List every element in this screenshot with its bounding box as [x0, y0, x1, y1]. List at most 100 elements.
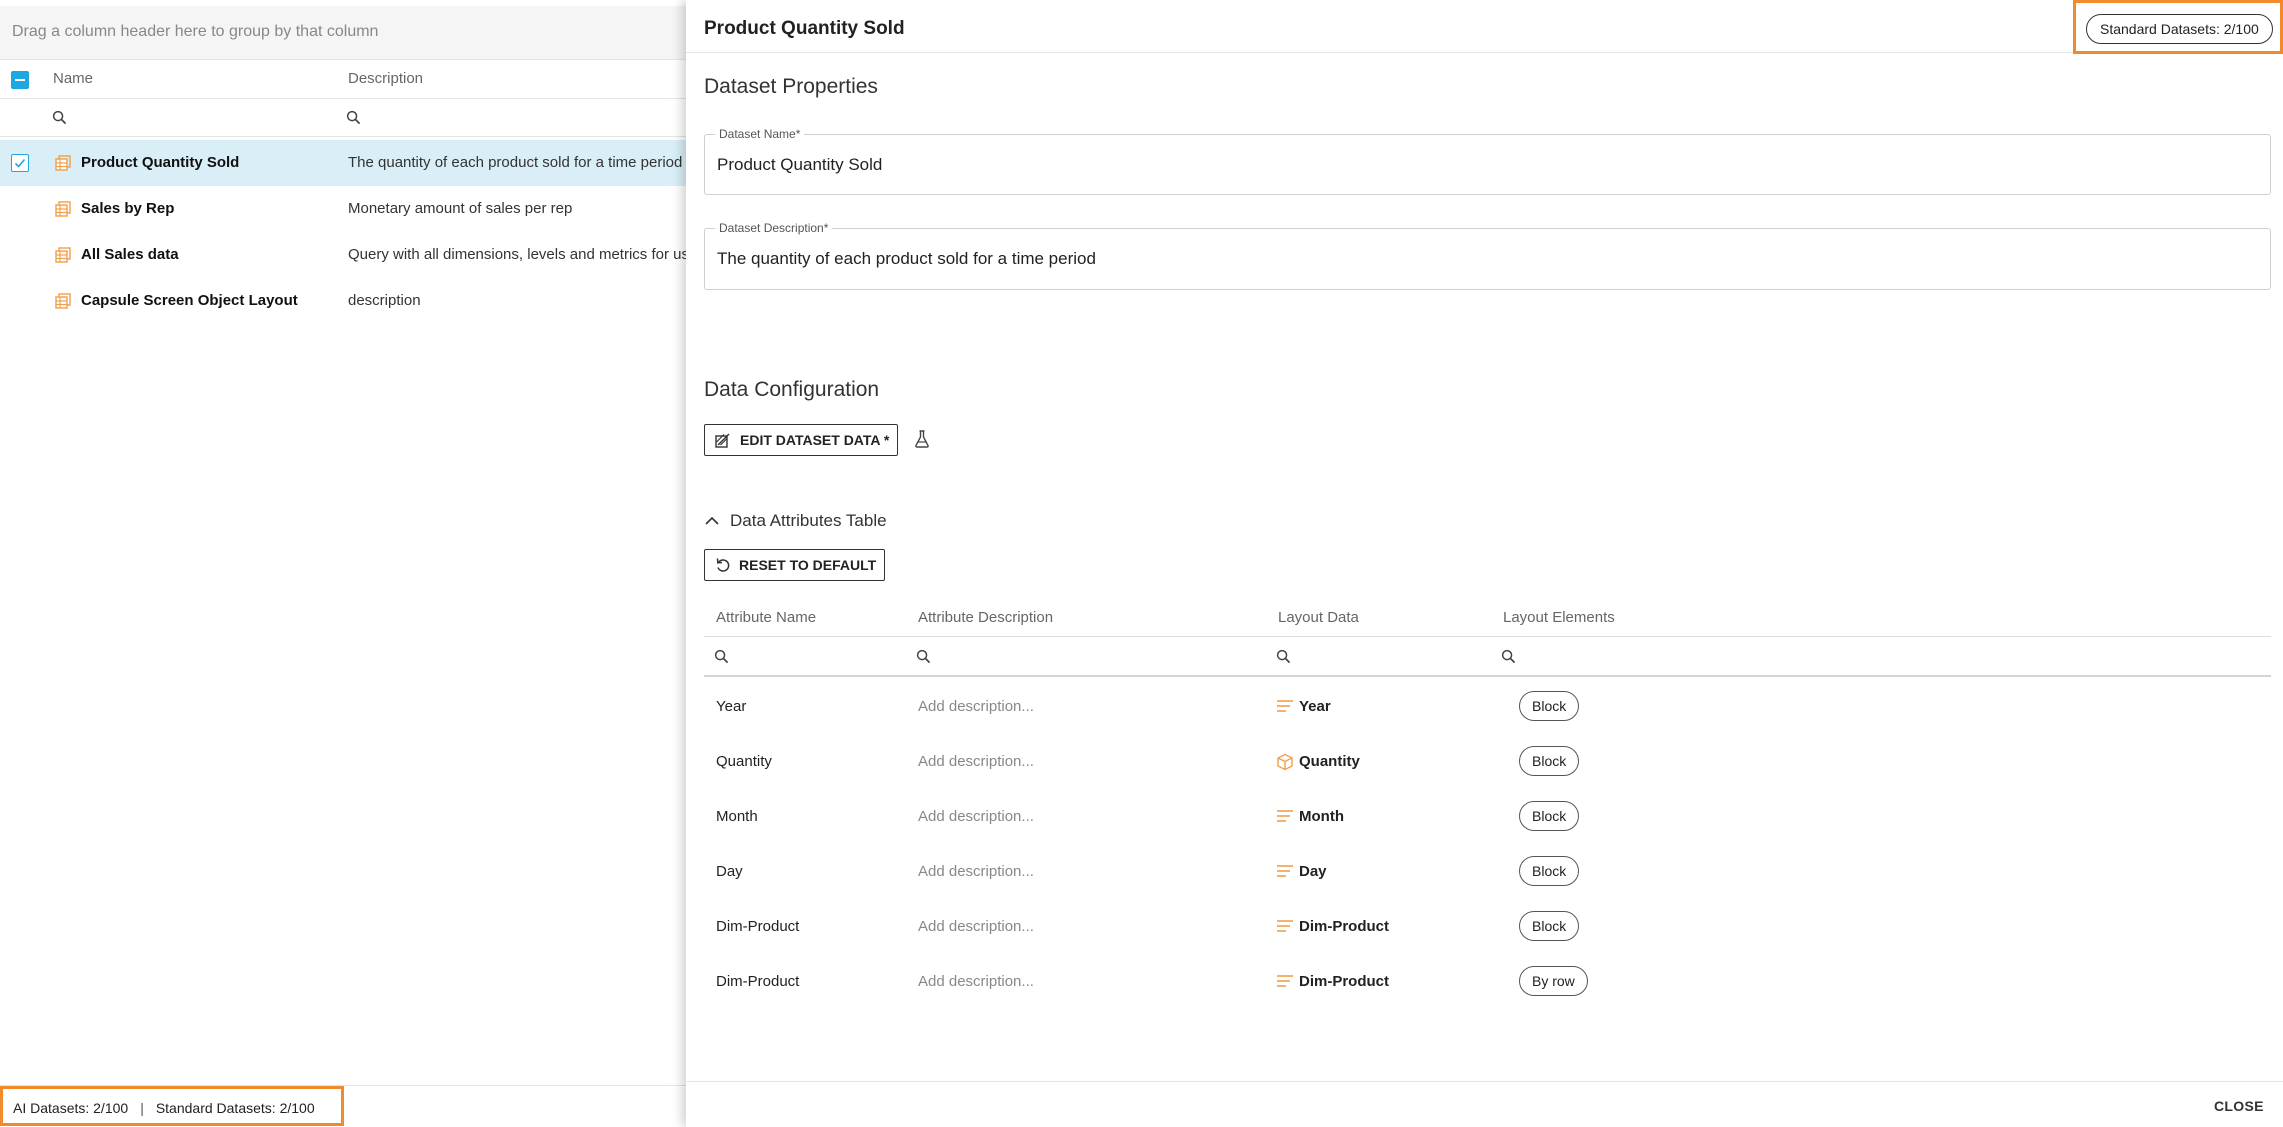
- layout-element-chip[interactable]: By row: [1519, 966, 1588, 996]
- layout-element-chip[interactable]: Block: [1519, 801, 1580, 831]
- table-row[interactable]: Sales by Rep Monetary amount of sales pe…: [0, 186, 686, 232]
- cube-icon: [1276, 753, 1294, 775]
- attribute-description[interactable]: Add description...: [918, 753, 1034, 770]
- reset-to-default-label: RESET TO DEFAULT: [739, 557, 877, 573]
- row-description: The quantity of each product sold for a …: [348, 154, 683, 171]
- attribute-row[interactable]: Dim-Product Add description... Dim-Produ…: [704, 954, 2271, 1009]
- column-header-description[interactable]: Description: [348, 70, 423, 87]
- group-by-drop-zone[interactable]: Drag a column header here to group by th…: [0, 6, 686, 60]
- attribute-name-search-icon[interactable]: [714, 649, 729, 669]
- panel-footer: CLOSE: [686, 1081, 2283, 1127]
- row-description: description: [348, 292, 421, 309]
- table-row[interactable]: All Sales data Query with all dimensions…: [0, 232, 686, 278]
- reset-to-default-button[interactable]: RESET TO DEFAULT: [704, 549, 886, 581]
- panel-title: Product Quantity Sold: [704, 18, 905, 39]
- dataset-description-field[interactable]: Dataset Description* The quantity of eac…: [704, 221, 2271, 290]
- attribute-row[interactable]: Quantity Add description... Quantity Blo…: [704, 734, 2271, 789]
- row-name: Product Quantity Sold: [81, 154, 240, 171]
- layout-data-value: Month: [1299, 808, 1344, 825]
- layout-elements-search-icon[interactable]: [1501, 649, 1516, 669]
- dataset-properties-heading: Dataset Properties: [704, 75, 878, 98]
- column-header-attribute-name[interactable]: Attribute Name: [716, 609, 816, 626]
- attributes-header-row: Attribute Name Attribute Description Lay…: [704, 604, 2271, 637]
- layout-element-chip[interactable]: Block: [1519, 911, 1580, 941]
- dataset-name-label: Dataset Name*: [715, 127, 805, 141]
- edit-dataset-data-label: EDIT DATASET DATA *: [740, 432, 890, 448]
- attribute-description[interactable]: Add description...: [918, 863, 1034, 880]
- layout-element-chip[interactable]: Block: [1519, 691, 1580, 721]
- test-flask-icon[interactable]: [913, 429, 931, 454]
- dataset-icon: [54, 292, 72, 314]
- attribute-name: Day: [716, 863, 743, 880]
- standard-datasets-count: Standard Datasets: 2/100: [155, 1100, 315, 1116]
- table-row[interactable]: Capsule Screen Object Layout description: [0, 278, 686, 324]
- dimension-lines-icon: [1276, 918, 1294, 938]
- attribute-description[interactable]: Add description...: [918, 808, 1034, 825]
- grid-filter-row: [0, 99, 686, 137]
- attribute-row[interactable]: Year Add description... Year Block: [704, 679, 2271, 734]
- column-header-attribute-description[interactable]: Attribute Description: [918, 609, 1053, 626]
- row-name: Sales by Rep: [81, 200, 175, 217]
- dimension-lines-icon: [1276, 698, 1294, 718]
- dataset-grid: Drag a column header here to group by th…: [0, 0, 686, 1127]
- layout-data-value: Day: [1299, 863, 1327, 880]
- layout-data-value: Year: [1299, 698, 1331, 715]
- dataset-description-value[interactable]: The quantity of each product sold for a …: [717, 249, 1096, 269]
- dataset-name-field[interactable]: Dataset Name* Product Quantity Sold: [704, 127, 2271, 195]
- attribute-name: Month: [716, 808, 758, 825]
- table-row[interactable]: Product Quantity Sold The quantity of ea…: [0, 140, 686, 186]
- attribute-row[interactable]: Month Add description... Month Block: [704, 789, 2271, 844]
- status-separator: |: [140, 1100, 144, 1116]
- data-configuration-heading: Data Configuration: [704, 378, 880, 401]
- dataset-icon: [54, 200, 72, 222]
- row-name: All Sales data: [81, 246, 179, 263]
- name-filter-search-icon[interactable]: [52, 110, 67, 130]
- layout-data-search-icon[interactable]: [1276, 649, 1291, 669]
- edit-dataset-data-button[interactable]: EDIT DATASET DATA *: [704, 424, 899, 456]
- standard-datasets-badge: Standard Datasets: 2/100: [2086, 14, 2273, 44]
- dataset-icon: [54, 246, 72, 268]
- layout-element-chip[interactable]: Block: [1519, 856, 1580, 886]
- select-all-checkbox[interactable]: [11, 71, 29, 89]
- ai-datasets-count: AI Datasets: 2/100: [13, 1100, 129, 1116]
- layout-data-value: Dim-Product: [1299, 973, 1389, 990]
- row-checkbox[interactable]: [11, 154, 29, 172]
- column-header-name[interactable]: Name: [53, 70, 93, 87]
- attribute-description[interactable]: Add description...: [918, 973, 1034, 990]
- dataset-icon: [54, 154, 72, 176]
- dimension-lines-icon: [1276, 808, 1294, 828]
- chevron-up-icon: [704, 513, 720, 534]
- layout-data-value: Quantity: [1299, 753, 1360, 770]
- edit-data-icon: [714, 431, 732, 452]
- attribute-description[interactable]: Add description...: [918, 918, 1034, 935]
- attribute-name: Year: [716, 698, 747, 715]
- data-attributes-toggle[interactable]: Data Attributes Table: [704, 511, 887, 531]
- layout-element-chip[interactable]: Block: [1519, 746, 1580, 776]
- attribute-name: Dim-Product: [716, 973, 800, 990]
- attribute-name: Quantity: [716, 753, 772, 770]
- attribute-description[interactable]: Add description...: [918, 698, 1034, 715]
- column-header-layout-elements[interactable]: Layout Elements: [1503, 609, 1615, 626]
- attribute-description-search-icon[interactable]: [916, 649, 931, 669]
- dataset-detail-panel: Product Quantity Sold Standard Datasets:…: [686, 0, 2283, 1127]
- attribute-row[interactable]: Dim-Product Add description... Dim-Produ…: [704, 899, 2271, 954]
- row-name: Capsule Screen Object Layout: [81, 292, 298, 309]
- badge-highlight: Standard Datasets: 2/100: [2073, 0, 2283, 54]
- dimension-lines-icon: [1276, 973, 1294, 993]
- attribute-name: Dim-Product: [716, 918, 800, 935]
- dataset-count-status: AI Datasets: 2/100 | Standard Datasets: 2/…: [0, 1086, 344, 1126]
- close-button[interactable]: CLOSE: [2214, 1098, 2264, 1114]
- row-description: Query with all dimensions, levels and me…: [348, 246, 686, 263]
- dataset-description-label: Dataset Description*: [715, 221, 833, 235]
- row-description: Monetary amount of sales per rep: [348, 200, 573, 217]
- dataset-name-value[interactable]: Product Quantity Sold: [717, 155, 882, 175]
- data-attributes-label: Data Attributes Table: [730, 511, 887, 530]
- layout-data-value: Dim-Product: [1299, 918, 1389, 935]
- column-header-layout-data[interactable]: Layout Data: [1278, 609, 1359, 626]
- attributes-filter-row: [704, 637, 2271, 677]
- reset-icon: [714, 556, 732, 577]
- dimension-lines-icon: [1276, 863, 1294, 883]
- attribute-row[interactable]: Day Add description... Day Block: [704, 844, 2271, 899]
- description-filter-search-icon[interactable]: [346, 110, 361, 130]
- grid-header-row: Name Description: [0, 60, 686, 99]
